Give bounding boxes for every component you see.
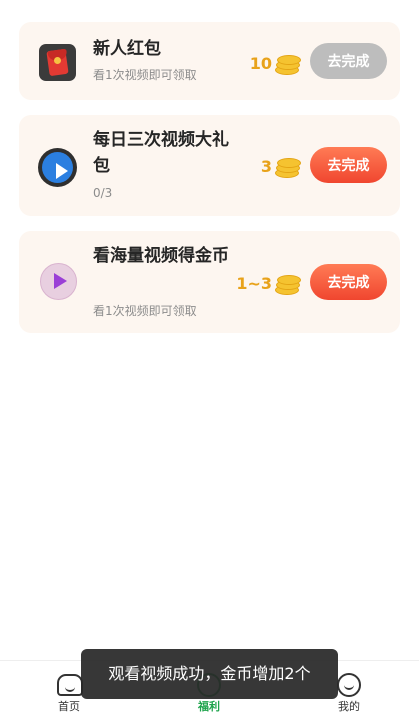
reward-amount: 3 bbox=[260, 156, 272, 176]
coin-icon bbox=[275, 51, 301, 75]
task-card-watch-videos-coins: 看海量视频得金币 看1次视频即可领取 1~3 去完成 bbox=[19, 231, 400, 333]
red-envelope-icon bbox=[39, 44, 76, 81]
reward: 10 bbox=[229, 49, 301, 77]
task-list: 新人红包 看1次视频即可领取 10 去完成 每日三次视频大礼包 0/3 3 去完… bbox=[19, 22, 400, 348]
task-title: 看海量视频得金币 bbox=[93, 246, 229, 266]
home-icon bbox=[57, 674, 83, 696]
task-title: 新人红包 bbox=[93, 39, 161, 59]
nav-label: 福利 bbox=[198, 700, 220, 713]
coin-icon bbox=[275, 271, 301, 295]
reward: 3 bbox=[229, 152, 301, 180]
task-progress: 0/3 bbox=[93, 186, 113, 200]
reward: 1~3 bbox=[219, 269, 301, 297]
toast-message: 观看视频成功，金币增加2个 bbox=[81, 649, 338, 699]
nav-label: 首页 bbox=[58, 700, 80, 713]
complete-button[interactable]: 去完成 bbox=[310, 147, 387, 183]
purple-play-icon bbox=[40, 263, 77, 300]
task-card-new-user-red-packet: 新人红包 看1次视频即可领取 10 去完成 bbox=[19, 22, 400, 100]
nav-label: 我的 bbox=[338, 700, 360, 713]
coin-icon bbox=[275, 154, 301, 178]
reward-amount: 1~3 bbox=[236, 273, 272, 293]
task-subtitle: 看1次视频即可领取 bbox=[93, 68, 197, 82]
profile-icon bbox=[337, 673, 361, 697]
task-title: 每日三次视频大礼包 bbox=[93, 130, 229, 176]
task-card-daily-three-videos: 每日三次视频大礼包 0/3 3 去完成 bbox=[19, 115, 400, 216]
task-subtitle: 看1次视频即可领取 bbox=[93, 304, 197, 318]
reward-amount: 10 bbox=[249, 53, 272, 73]
complete-button[interactable]: 去完成 bbox=[310, 43, 387, 79]
complete-button[interactable]: 去完成 bbox=[310, 264, 387, 300]
blue-play-icon bbox=[38, 148, 77, 187]
